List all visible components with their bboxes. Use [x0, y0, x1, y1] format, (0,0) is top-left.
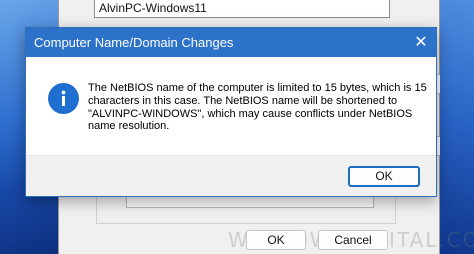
dialog-titlebar[interactable]: Computer Name/Domain Changes ✕ [26, 28, 436, 57]
parent-ok-button[interactable]: OK [246, 230, 306, 250]
computer-name-input[interactable]: AlvinPC-Windows11 [94, 0, 390, 18]
netbios-warning-dialog: Computer Name/Domain Changes ✕ The NetBI… [25, 27, 437, 197]
info-icon [48, 83, 79, 114]
desktop-wallpaper-right [438, 0, 474, 254]
ok-button[interactable]: OK [348, 166, 420, 187]
dialog-title: Computer Name/Domain Changes [34, 35, 234, 50]
close-icon[interactable]: ✕ [410, 31, 432, 53]
dialog-content: The NetBIOS name of the computer is limi… [26, 57, 436, 155]
dialog-footer: OK [26, 155, 436, 196]
dialog-message: The NetBIOS name of the computer is limi… [88, 82, 427, 133]
parent-cancel-button[interactable]: Cancel [318, 230, 388, 250]
